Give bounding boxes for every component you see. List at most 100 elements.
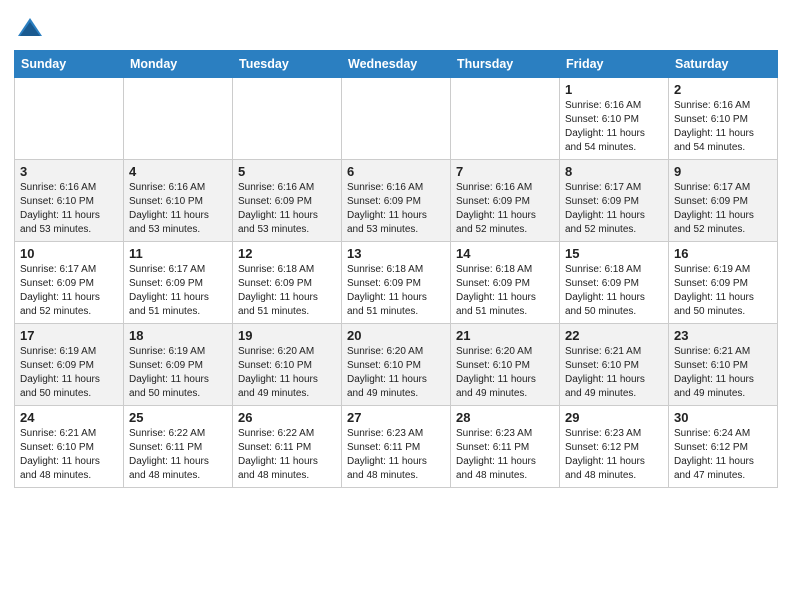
day-number: 13	[347, 246, 445, 261]
day-info: Sunrise: 6:23 AMSunset: 6:11 PMDaylight:…	[347, 427, 445, 483]
day-number: 20	[347, 328, 445, 343]
weekday-header-saturday: Saturday	[669, 51, 778, 78]
calendar-cell: 9 Sunrise: 6:17 AMSunset: 6:09 PMDaylight…	[669, 160, 778, 242]
day-info: Sunrise: 6:19 AMSunset: 6:09 PMDaylight:…	[129, 345, 227, 401]
logo-icon	[16, 14, 44, 42]
day-info: Sunrise: 6:18 AMSunset: 6:09 PMDaylight:…	[456, 263, 554, 319]
day-number: 4	[129, 164, 227, 179]
calendar-week-row: 1 Sunrise: 6:16 AMSunset: 6:10 PMDaylight…	[15, 78, 778, 160]
calendar-week-row: 3 Sunrise: 6:16 AMSunset: 6:10 PMDaylight…	[15, 160, 778, 242]
calendar-cell: 3 Sunrise: 6:16 AMSunset: 6:10 PMDaylight…	[15, 160, 124, 242]
weekday-header-tuesday: Tuesday	[233, 51, 342, 78]
day-number: 30	[674, 410, 772, 425]
calendar-cell: 6 Sunrise: 6:16 AMSunset: 6:09 PMDaylight…	[342, 160, 451, 242]
day-info: Sunrise: 6:22 AMSunset: 6:11 PMDaylight:…	[129, 427, 227, 483]
calendar-cell: 12 Sunrise: 6:18 AMSunset: 6:09 PMDayligh…	[233, 242, 342, 324]
day-info: Sunrise: 6:16 AMSunset: 6:09 PMDaylight:…	[456, 181, 554, 237]
weekday-header-thursday: Thursday	[451, 51, 560, 78]
day-info: Sunrise: 6:16 AMSunset: 6:10 PMDaylight:…	[129, 181, 227, 237]
calendar-page: SundayMondayTuesdayWednesdayThursdayFrid…	[0, 0, 792, 502]
calendar-cell: 16 Sunrise: 6:19 AMSunset: 6:09 PMDayligh…	[669, 242, 778, 324]
day-info: Sunrise: 6:16 AMSunset: 6:10 PMDaylight:…	[674, 99, 772, 155]
day-number: 16	[674, 246, 772, 261]
day-number: 11	[129, 246, 227, 261]
day-info: Sunrise: 6:18 AMSunset: 6:09 PMDaylight:…	[347, 263, 445, 319]
calendar-cell: 30 Sunrise: 6:24 AMSunset: 6:12 PMDayligh…	[669, 406, 778, 488]
calendar-cell: 27 Sunrise: 6:23 AMSunset: 6:11 PMDayligh…	[342, 406, 451, 488]
calendar-cell: 18 Sunrise: 6:19 AMSunset: 6:09 PMDayligh…	[124, 324, 233, 406]
calendar-cell: 15Sunrise: 6:18 AMSunset: 6:09 PMDayligh…	[560, 242, 669, 324]
calendar-week-row: 10 Sunrise: 6:17 AMSunset: 6:09 PMDayligh…	[15, 242, 778, 324]
day-number: 2	[674, 82, 772, 97]
day-number: 22	[565, 328, 663, 343]
calendar-cell: 20Sunrise: 6:20 AMSunset: 6:10 PMDayligh…	[342, 324, 451, 406]
day-info: Sunrise: 6:19 AMSunset: 6:09 PMDaylight:…	[20, 345, 118, 401]
calendar-cell: 24 Sunrise: 6:21 AMSunset: 6:10 PMDayligh…	[15, 406, 124, 488]
day-number: 25	[129, 410, 227, 425]
day-info: Sunrise: 6:17 AMSunset: 6:09 PMDaylight:…	[565, 181, 663, 237]
day-number: 3	[20, 164, 118, 179]
day-info: Sunrise: 6:21 AMSunset: 6:10 PMDaylight:…	[674, 345, 772, 401]
day-info: Sunrise: 6:17 AMSunset: 6:09 PMDaylight:…	[20, 263, 118, 319]
calendar-cell	[451, 78, 560, 160]
day-number: 10	[20, 246, 118, 261]
calendar-table: SundayMondayTuesdayWednesdayThursdayFrid…	[14, 50, 778, 488]
calendar-cell: 17 Sunrise: 6:19 AMSunset: 6:09 PMDayligh…	[15, 324, 124, 406]
day-number: 18	[129, 328, 227, 343]
calendar-cell: 29 Sunrise: 6:23 AMSunset: 6:12 PMDayligh…	[560, 406, 669, 488]
day-info: Sunrise: 6:16 AMSunset: 6:09 PMDaylight:…	[347, 181, 445, 237]
day-info: Sunrise: 6:23 AMSunset: 6:12 PMDaylight:…	[565, 427, 663, 483]
day-info: Sunrise: 6:18 AMSunset: 6:09 PMDaylight:…	[238, 263, 336, 319]
calendar-cell: 23 Sunrise: 6:21 AMSunset: 6:10 PMDayligh…	[669, 324, 778, 406]
day-number: 29	[565, 410, 663, 425]
day-info: Sunrise: 6:20 AMSunset: 6:10 PMDaylight:…	[238, 345, 336, 401]
day-number: 6	[347, 164, 445, 179]
weekday-header-friday: Friday	[560, 51, 669, 78]
weekday-header-sunday: Sunday	[15, 51, 124, 78]
calendar-cell	[15, 78, 124, 160]
day-number: 27	[347, 410, 445, 425]
day-number: 17	[20, 328, 118, 343]
calendar-cell: 25 Sunrise: 6:22 AMSunset: 6:11 PMDayligh…	[124, 406, 233, 488]
day-number: 7	[456, 164, 554, 179]
calendar-cell: 22Sunrise: 6:21 AMSunset: 6:10 PMDayligh…	[560, 324, 669, 406]
calendar-cell: 21Sunrise: 6:20 AMSunset: 6:10 PMDayligh…	[451, 324, 560, 406]
day-number: 9	[674, 164, 772, 179]
day-info: Sunrise: 6:17 AMSunset: 6:09 PMDaylight:…	[674, 181, 772, 237]
header	[14, 10, 778, 42]
day-number: 26	[238, 410, 336, 425]
day-number: 21	[456, 328, 554, 343]
calendar-cell: 8 Sunrise: 6:17 AMSunset: 6:09 PMDaylight…	[560, 160, 669, 242]
day-number: 28	[456, 410, 554, 425]
calendar-cell	[233, 78, 342, 160]
day-number: 24	[20, 410, 118, 425]
day-number: 23	[674, 328, 772, 343]
day-info: Sunrise: 6:16 AMSunset: 6:10 PMDaylight:…	[565, 99, 663, 155]
calendar-cell: 13 Sunrise: 6:18 AMSunset: 6:09 PMDayligh…	[342, 242, 451, 324]
calendar-cell	[342, 78, 451, 160]
calendar-cell: 14 Sunrise: 6:18 AMSunset: 6:09 PMDayligh…	[451, 242, 560, 324]
day-info: Sunrise: 6:19 AMSunset: 6:09 PMDaylight:…	[674, 263, 772, 319]
logo-area	[14, 10, 44, 42]
calendar-cell	[124, 78, 233, 160]
calendar-cell: 4 Sunrise: 6:16 AMSunset: 6:10 PMDaylight…	[124, 160, 233, 242]
day-number: 1	[565, 82, 663, 97]
day-number: 14	[456, 246, 554, 261]
calendar-cell: 7 Sunrise: 6:16 AMSunset: 6:09 PMDaylight…	[451, 160, 560, 242]
day-info: Sunrise: 6:24 AMSunset: 6:12 PMDaylight:…	[674, 427, 772, 483]
day-info: Sunrise: 6:23 AMSunset: 6:11 PMDaylight:…	[456, 427, 554, 483]
day-info: Sunrise: 6:18 AMSunset: 6:09 PMDaylight:…	[565, 263, 663, 319]
day-info: Sunrise: 6:21 AMSunset: 6:10 PMDaylight:…	[20, 427, 118, 483]
calendar-cell: 1 Sunrise: 6:16 AMSunset: 6:10 PMDaylight…	[560, 78, 669, 160]
calendar-cell: 10 Sunrise: 6:17 AMSunset: 6:09 PMDayligh…	[15, 242, 124, 324]
calendar-cell: 11Sunrise: 6:17 AMSunset: 6:09 PMDayligh…	[124, 242, 233, 324]
day-number: 12	[238, 246, 336, 261]
calendar-week-row: 17 Sunrise: 6:19 AMSunset: 6:09 PMDayligh…	[15, 324, 778, 406]
day-number: 8	[565, 164, 663, 179]
calendar-cell: 28 Sunrise: 6:23 AMSunset: 6:11 PMDayligh…	[451, 406, 560, 488]
calendar-cell: 5Sunrise: 6:16 AMSunset: 6:09 PMDaylight…	[233, 160, 342, 242]
day-info: Sunrise: 6:16 AMSunset: 6:10 PMDaylight:…	[20, 181, 118, 237]
day-info: Sunrise: 6:16 AMSunset: 6:09 PMDaylight:…	[238, 181, 336, 237]
day-info: Sunrise: 6:22 AMSunset: 6:11 PMDaylight:…	[238, 427, 336, 483]
weekday-header-wednesday: Wednesday	[342, 51, 451, 78]
